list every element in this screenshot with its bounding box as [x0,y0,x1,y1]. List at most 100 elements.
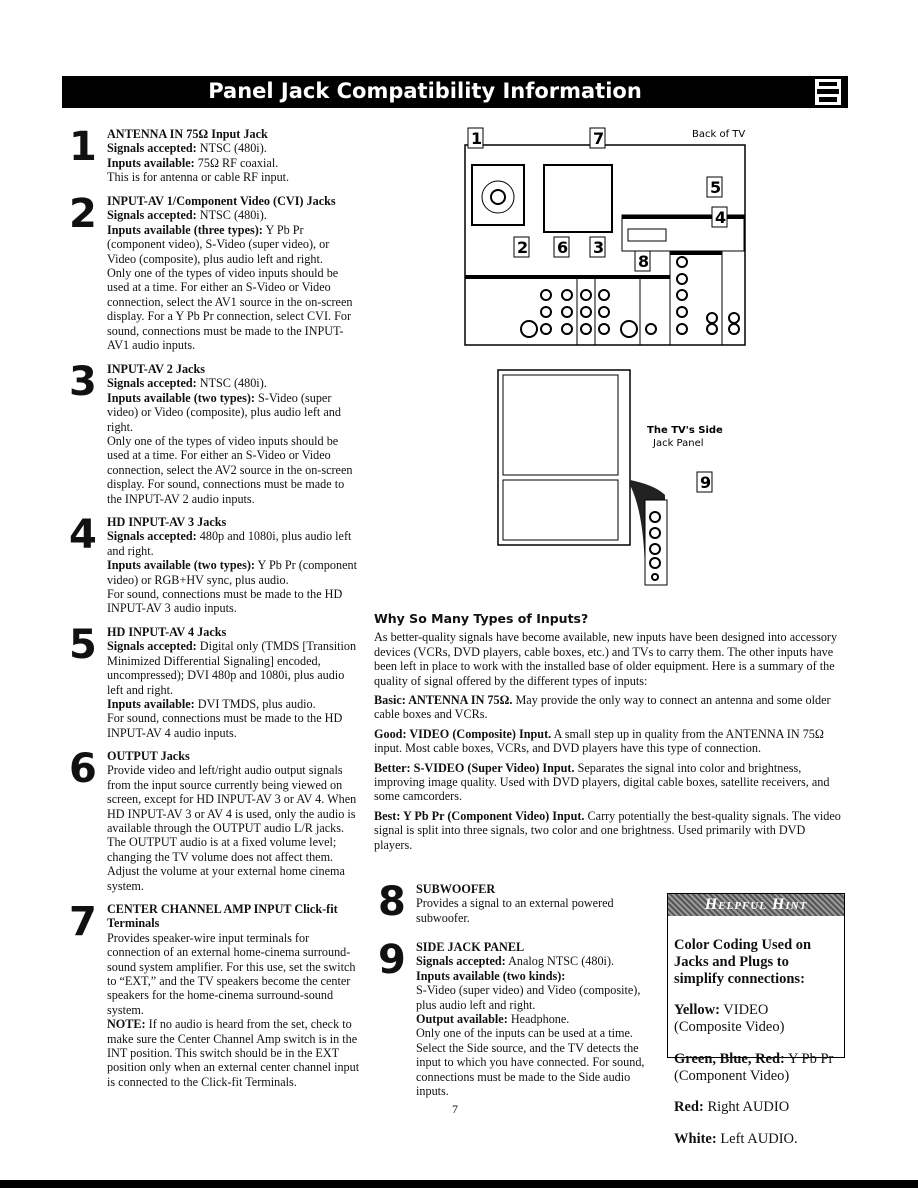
bold-label: Signals accepted: [107,529,197,544]
section-number: 2 [69,191,97,237]
text: NTSC (480i). [196,208,267,223]
bold-label: Output available: [416,1012,508,1027]
hint-heading: Helpful Hint [668,894,844,916]
callout-1: 1 [471,129,482,148]
paragraph: Output available: Headphone. [416,1012,656,1026]
paragraph: Color Coding Used on Jacks and Plugs to … [674,937,838,988]
paragraph: Basic: ANTENNA IN 75Ω. May provide the o… [374,693,842,722]
paragraph: Inputs available (two types): Y Pb Pr (c… [107,558,357,587]
bold-label: Red: [674,1099,704,1115]
side-panel-label-2: Jack Panel [652,438,704,449]
article-heading: Why So Many Types of Inputs? [374,611,589,626]
text: Provides speaker-wire input terminals fo… [107,930,356,1017]
back-of-tv-diagram: Back of TV 1 7 5 4 2 6 3 8 [464,127,746,346]
why-inputs-article: Why So Many Types of Inputs? As better-q… [374,611,842,857]
paragraph: Green, Blue, Red: Y Pb Pr (Component Vid… [674,1051,838,1085]
bold-label: Inputs available: [107,155,195,170]
bold-label: Inputs available (two kinds): [416,968,566,983]
page-number: 7 [452,1102,458,1116]
bold-label: Inputs available (two types): [107,390,255,405]
section-title: SUBWOOFER [416,882,496,896]
callout-9: 9 [700,473,711,492]
paragraph: Red: Right AUDIO [674,1099,838,1116]
section-title: OUTPUT Jacks [107,749,190,763]
paragraph: Inputs available (two kinds): [416,969,656,983]
paragraph: Inputs available (three types): Y Pb Pr … [107,223,357,266]
callout-3: 3 [593,238,604,257]
bold-label: Best: Y Pb Pr (Component Video) Input. [374,808,585,823]
section-title: HD INPUT-AV 4 Jacks [107,625,227,639]
callout-6: 6 [557,238,568,257]
text: If no audio is heard from the set, check… [107,1017,360,1089]
text: As better-quality signals have become av… [374,630,838,688]
helpful-hint-box: Helpful Hint Color Coding Used on Jacks … [667,893,845,1147]
callout-7: 7 [593,129,604,148]
section-7: 7 CENTER CHANNEL AMP INPUT Click-fit Term… [69,899,362,1089]
paragraph: Signals accepted: NTSC (480i). [107,208,357,222]
section-1: 1 ANTENNA IN 75Ω Input Jack Signals accept… [69,124,362,185]
callout-4: 4 [715,208,726,227]
section-6: 6 OUTPUT Jacks Provide video and left/righ… [69,746,362,893]
section-5: 5 HD INPUT-AV 4 Jacks Signals accepted: Di… [69,622,362,740]
paragraph: Only one of the types of video inputs sh… [107,266,357,352]
section-title: ANTENNA IN 75Ω Input Jack [107,127,268,141]
paragraph: Provides speaker-wire input terminals fo… [107,931,362,1017]
text: For sound, connections must be made to t… [107,587,343,616]
section-number: 5 [69,622,97,668]
callout-8: 8 [638,252,649,271]
text: Provide video and left/right audio outpu… [107,763,357,893]
paragraph: For sound, connections must be made to t… [107,711,362,740]
bold-label: Color Coding Used on Jacks and Plugs to … [674,936,812,987]
text: DVI TMDS, plus audio. [194,697,316,712]
text: 75Ω RF coaxial. [194,155,279,170]
bold-label: Signals accepted: [107,208,197,223]
bold-label: NOTE: [107,1017,146,1032]
paragraph: Only one of the types of video inputs sh… [107,434,357,506]
paragraph: S-Video (super video) and Video (composi… [416,983,656,1012]
bold-label: Inputs available: [107,697,195,712]
paragraph: White: Left AUDIO. [674,1131,838,1148]
bold-label: Green, Blue, Red: [674,1050,785,1067]
paragraph: Yellow: VIDEO (Composite Video) [674,1002,838,1036]
text: NTSC (480i). [196,376,267,391]
paragraph: Signals accepted: NTSC (480i). [107,141,362,155]
text: This is for antenna or cable RF input. [107,170,290,185]
paragraph: For sound, connections must be made to t… [107,587,357,616]
section-9: 9 SIDE JACK PANEL Signals accepted: Analog… [378,937,656,1099]
paragraph: Provides a signal to an external powered… [416,896,656,925]
paragraph: Inputs available: DVI TMDS, plus audio. [107,697,362,711]
section-number: 8 [378,879,406,925]
back-of-tv-label: Back of TV [692,129,745,140]
text: Provides a signal to an external powered… [416,896,614,925]
text: Right AUDIO [703,1099,790,1115]
paragraph: Signals accepted: Digital only (TMDS [Tr… [107,639,362,697]
bold-label: Good: VIDEO (Composite) Input. [374,726,552,741]
text: Only one of the types of video inputs sh… [107,266,353,353]
text: NTSC (480i). [196,141,267,156]
section-title: INPUT-AV 1/Component Video (CVI) Jacks [107,194,336,208]
paragraph: Inputs available: 75Ω RF coaxial. [107,156,362,170]
section-number: 9 [378,937,406,983]
text: Only one of the inputs can be used at a … [416,1026,645,1099]
text: Headphone. [507,1012,570,1027]
paragraph: Signals accepted: 480p and 1080i, plus a… [107,529,357,558]
paragraph: Inputs available (two types): S-Video (s… [107,391,357,434]
text: Analog NTSC (480i). [505,954,615,969]
bold-label: Signals accepted: [107,639,197,654]
bold-label: Better: S-VIDEO (Super Video) Input. [374,760,575,775]
side-panel-label-1: The TV's Side [647,425,723,436]
section-number: 6 [69,746,97,792]
bold-label: Yellow: [674,1002,720,1018]
text: Only one of the types of video inputs sh… [107,434,353,506]
paragraph: This is for antenna or cable RF input. [107,170,362,184]
paragraph: Signals accepted: NTSC (480i). [107,376,357,390]
callout-5: 5 [710,178,721,197]
bold-label: Signals accepted: [107,141,197,156]
text: S-Video (super video) and Video (composi… [416,983,641,1012]
section-number: 4 [69,512,97,558]
section-title: CENTER CHANNEL AMP INPUT Click-fit Termi… [107,902,338,931]
paragraph: Best: Y Pb Pr (Component Video) Input. C… [374,809,842,852]
paragraph: Provide video and left/right audio outpu… [107,763,362,893]
section-4: 4 HD INPUT-AV 3 Jacks Signals accepted: 48… [69,512,357,616]
section-title: HD INPUT-AV 3 Jacks [107,515,227,529]
